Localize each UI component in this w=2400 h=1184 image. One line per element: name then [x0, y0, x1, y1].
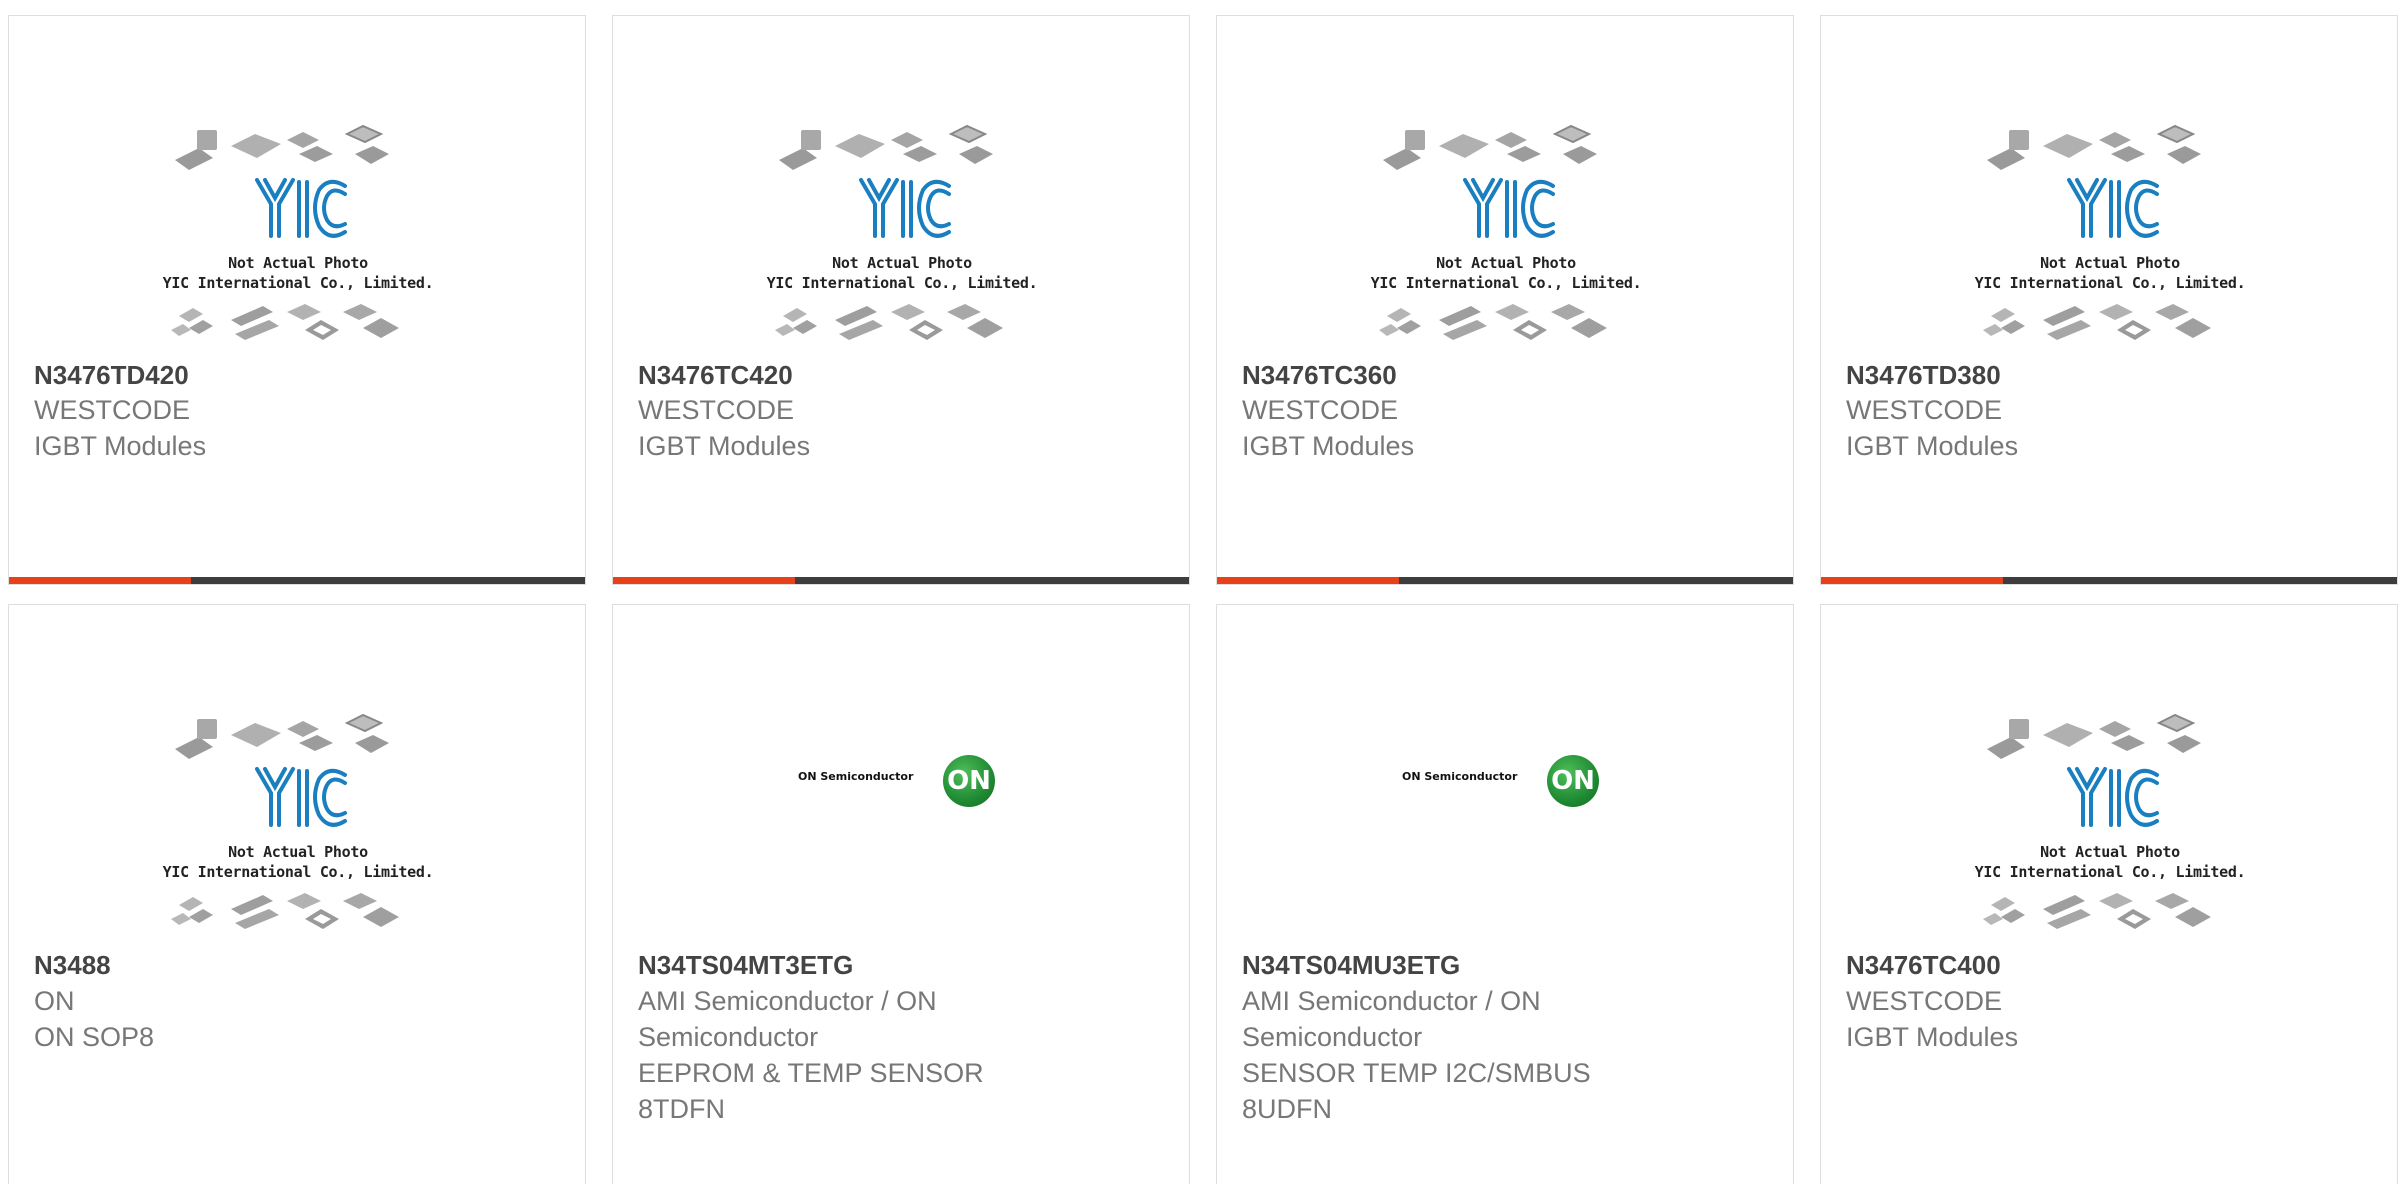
- product-category: IGBT Modules: [638, 431, 811, 461]
- product-manufacturer: WESTCODE: [638, 395, 795, 425]
- on-logo-icon: ON: [1547, 755, 1599, 807]
- product-category: ON SOP8: [34, 1022, 155, 1052]
- placeholder-company: YIC International Co., Limited.: [1370, 274, 1642, 292]
- card-accent-bar: [1217, 577, 1399, 584]
- product-part-number[interactable]: N3476TC360: [1242, 360, 1397, 391]
- product-card[interactable]: Not Actual Photo YIC International Co., …: [8, 15, 586, 585]
- card-footer-bar: [1217, 577, 1793, 584]
- product-part-number[interactable]: N3476TC420: [638, 360, 793, 391]
- product-thumbnail[interactable]: Not Actual Photo YIC International Co., …: [1367, 104, 1645, 364]
- card-accent-bar: [613, 577, 795, 584]
- product-category: IGBT Modules: [34, 431, 207, 461]
- chip-illustration-icon: [1379, 124, 1607, 340]
- logo-brand-text: ON Semiconductor: [1402, 770, 1518, 783]
- product-card[interactable]: ON Semiconductor ON N34TS04MT3ETG AMI Se…: [612, 604, 1190, 1184]
- product-thumbnail[interactable]: Not Actual Photo YIC International Co., …: [159, 104, 437, 364]
- product-package: 8UDFN: [1242, 1094, 1333, 1124]
- product-manufacturer: WESTCODE: [34, 395, 191, 425]
- product-part-number[interactable]: N3476TC400: [1846, 950, 2001, 981]
- product-card[interactable]: Not Actual Photo YIC International Co., …: [1216, 15, 1794, 585]
- placeholder-company: YIC International Co., Limited.: [1974, 863, 2246, 881]
- product-card[interactable]: Not Actual Photo YIC International Co., …: [1820, 15, 2398, 585]
- product-thumbnail[interactable]: Not Actual Photo YIC International Co., …: [1971, 104, 2249, 364]
- on-semiconductor-logo[interactable]: ON Semiconductor ON: [1402, 750, 1612, 810]
- product-description: EEPROM & TEMP SENSOR: [638, 1058, 984, 1088]
- product-category: IGBT Modules: [1846, 1022, 2019, 1052]
- product-category: IGBT Modules: [1846, 431, 2019, 461]
- product-description: SENSOR TEMP I2C/SMBUS: [1242, 1058, 1591, 1088]
- placeholder-company: YIC International Co., Limited.: [162, 274, 434, 292]
- placeholder-caption: Not Actual Photo: [228, 843, 368, 861]
- product-manufacturer: WESTCODE: [1846, 395, 2003, 425]
- product-package: 8TDFN: [638, 1094, 725, 1124]
- chip-illustration-icon: [775, 124, 1003, 340]
- product-part-number[interactable]: N34TS04MU3ETG: [1242, 950, 1460, 981]
- placeholder-company: YIC International Co., Limited.: [766, 274, 1038, 292]
- card-accent-bar: [9, 577, 191, 584]
- product-part-number[interactable]: N3476TD380: [1846, 360, 2001, 391]
- card-accent-bar: [1821, 577, 2003, 584]
- on-semiconductor-logo[interactable]: ON Semiconductor ON: [798, 750, 1008, 810]
- product-part-number[interactable]: N3488: [34, 950, 111, 981]
- product-manufacturer: AMI Semiconductor / ON: [1242, 986, 1541, 1016]
- placeholder-caption: Not Actual Photo: [228, 254, 368, 272]
- chip-illustration-icon: [171, 124, 399, 340]
- chip-illustration-icon: [1983, 713, 2211, 929]
- product-manufacturer: ON: [34, 986, 75, 1016]
- on-logo-icon: ON: [943, 755, 995, 807]
- product-manufacturer: WESTCODE: [1242, 395, 1399, 425]
- product-card[interactable]: Not Actual Photo YIC International Co., …: [1820, 604, 2398, 1184]
- product-thumbnail[interactable]: Not Actual Photo YIC International Co., …: [1971, 693, 2249, 953]
- card-footer-bar: [613, 577, 1189, 584]
- product-manufacturer: AMI Semiconductor / ON: [638, 986, 937, 1016]
- placeholder-caption: Not Actual Photo: [1436, 254, 1576, 272]
- product-thumbnail[interactable]: Not Actual Photo YIC International Co., …: [763, 104, 1041, 364]
- product-part-number[interactable]: N34TS04MT3ETG: [638, 950, 853, 981]
- placeholder-caption: Not Actual Photo: [2040, 254, 2180, 272]
- product-card[interactable]: Not Actual Photo YIC International Co., …: [612, 15, 1190, 585]
- logo-brand-text: ON Semiconductor: [798, 770, 914, 783]
- chip-illustration-icon: [1983, 124, 2211, 340]
- product-card[interactable]: Not Actual Photo YIC International Co., …: [8, 604, 586, 1184]
- product-part-number[interactable]: N3476TD420: [34, 360, 189, 391]
- placeholder-caption: Not Actual Photo: [2040, 843, 2180, 861]
- placeholder-company: YIC International Co., Limited.: [1974, 274, 2246, 292]
- product-category: IGBT Modules: [1242, 431, 1415, 461]
- chip-illustration-icon: [171, 713, 399, 929]
- product-grid: Not Actual Photo YIC International Co., …: [0, 0, 2400, 1184]
- product-manufacturer-cont: Semiconductor: [638, 1022, 819, 1052]
- product-manufacturer: WESTCODE: [1846, 986, 2003, 1016]
- placeholder-caption: Not Actual Photo: [832, 254, 972, 272]
- product-card[interactable]: ON Semiconductor ON N34TS04MU3ETG AMI Se…: [1216, 604, 1794, 1184]
- product-manufacturer-cont: Semiconductor: [1242, 1022, 1423, 1052]
- card-footer-bar: [9, 577, 585, 584]
- card-footer-bar: [1821, 577, 2397, 584]
- product-thumbnail[interactable]: Not Actual Photo YIC International Co., …: [159, 693, 437, 953]
- placeholder-company: YIC International Co., Limited.: [162, 863, 434, 881]
